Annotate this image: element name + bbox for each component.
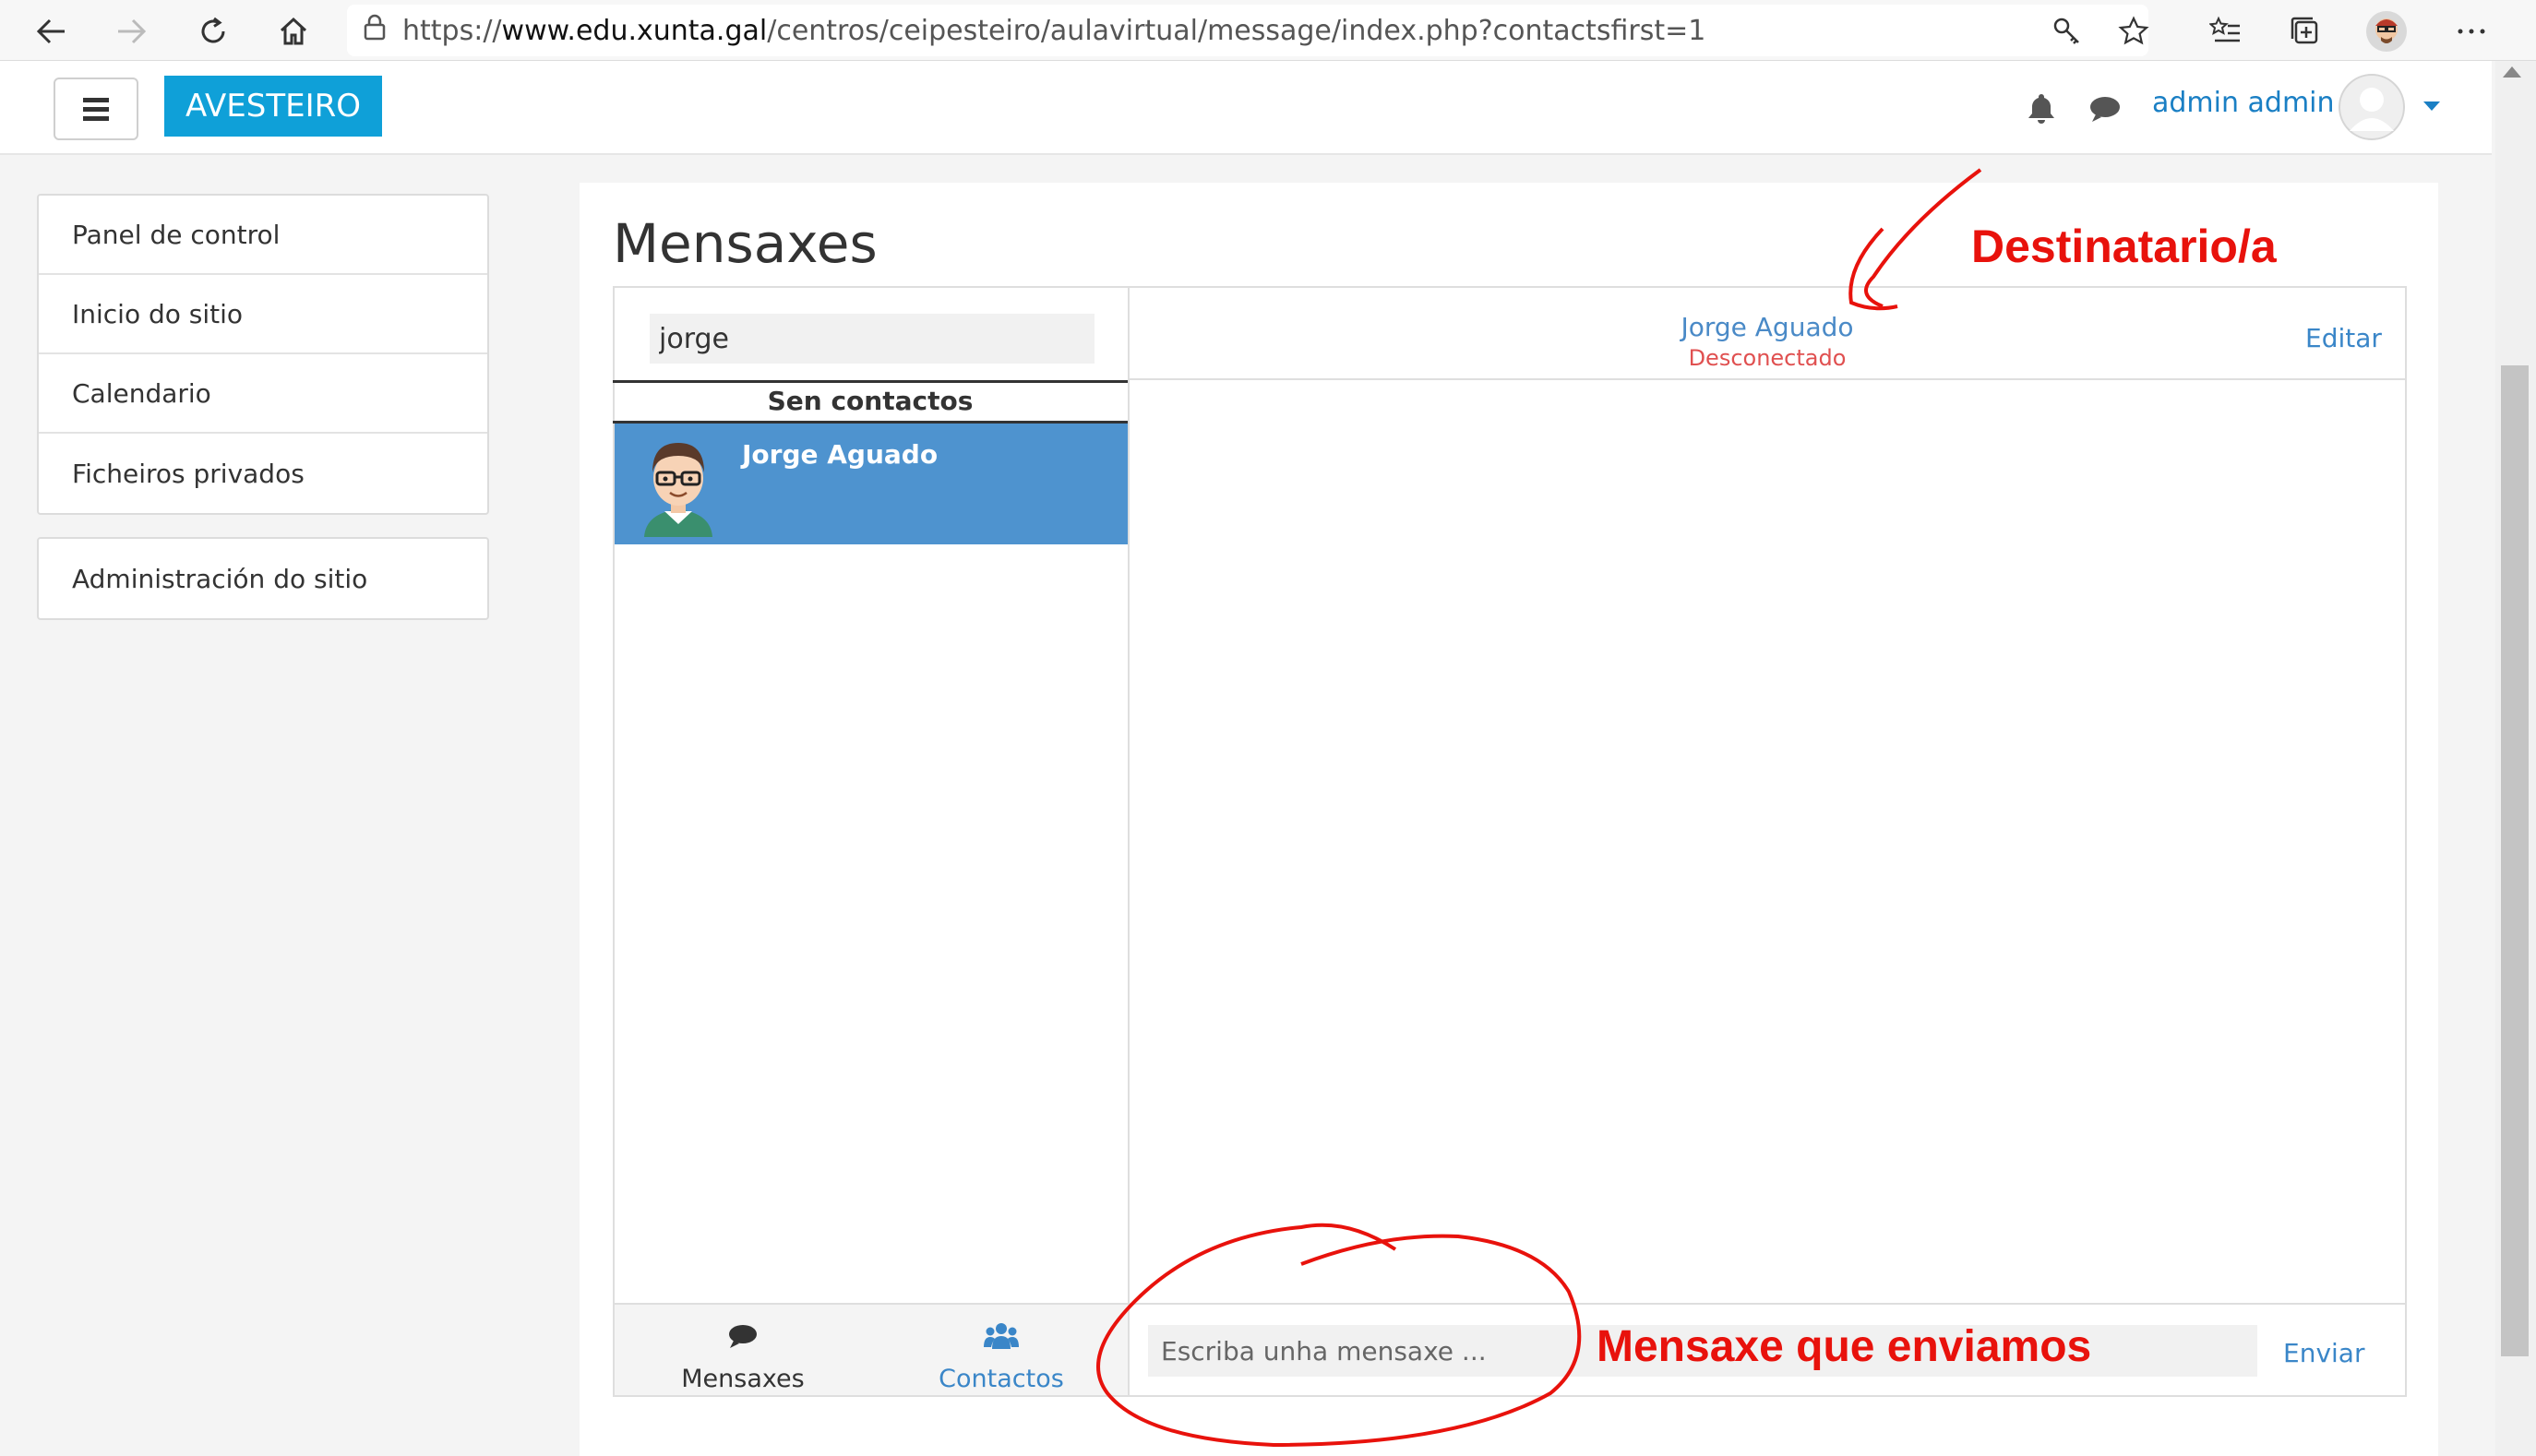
recipient-status: Desconectado bbox=[1688, 345, 1847, 371]
sidebar-item-private-files[interactable]: Ficheiros privados bbox=[39, 434, 487, 513]
section-heading: Sen contactos bbox=[767, 386, 974, 416]
recipient-name[interactable]: Jorge Aguado bbox=[1130, 312, 2405, 342]
sidebar-nav: Panel de control Inicio do sitio Calenda… bbox=[37, 194, 489, 515]
annotation-recipient-label: Destinatario/a bbox=[1971, 221, 2277, 272]
profile-avatar-icon[interactable] bbox=[2361, 6, 2412, 57]
panel-divider bbox=[1128, 288, 1130, 1395]
address-bar[interactable]: https://www.edu.xunta.gal/centros/ceipes… bbox=[347, 5, 2148, 56]
site-brand-link[interactable]: AVESTEIRO bbox=[164, 76, 382, 137]
tab-messages[interactable]: Mensaxes bbox=[664, 1314, 821, 1393]
contact-search-input[interactable] bbox=[650, 314, 1095, 364]
chevron-down-icon[interactable] bbox=[2423, 101, 2440, 111]
home-icon[interactable] bbox=[268, 6, 319, 57]
forward-icon[interactable] bbox=[105, 6, 157, 57]
sidebar-item-site-admin[interactable]: Administración do sitio bbox=[39, 539, 487, 618]
url-text: https://www.edu.xunta.gal/centros/ceipes… bbox=[402, 15, 1705, 47]
more-options-icon[interactable] bbox=[2446, 6, 2497, 57]
contact-name: Jorge Aguado bbox=[742, 439, 939, 470]
user-avatar[interactable] bbox=[2339, 74, 2405, 140]
user-menu-name[interactable]: admin admin bbox=[2152, 87, 2335, 119]
key-icon[interactable] bbox=[2041, 6, 2093, 57]
tab-contacts[interactable]: Contactos bbox=[923, 1314, 1080, 1393]
scroll-up-arrow-icon[interactable] bbox=[2503, 66, 2521, 78]
url-path: /centros/ceipesteiro/aulavirtual/message… bbox=[767, 14, 1706, 47]
tab-label: Mensaxes bbox=[681, 1365, 805, 1393]
tab-label: Contactos bbox=[939, 1365, 1064, 1393]
sidebar-admin: Administración do sitio bbox=[37, 537, 489, 620]
back-icon[interactable] bbox=[26, 6, 78, 57]
lock-icon bbox=[347, 13, 402, 48]
page-title: Mensaxes bbox=[613, 212, 878, 275]
chat-bubble-icon bbox=[727, 1323, 759, 1357]
divider bbox=[613, 380, 1128, 383]
sidebar-item-site-home[interactable]: Inicio do sitio bbox=[39, 275, 487, 354]
collections-icon[interactable] bbox=[2279, 6, 2331, 57]
favorite-star-icon[interactable] bbox=[2108, 6, 2159, 57]
url-domain: www.edu.xunta.gal bbox=[501, 14, 768, 47]
users-icon bbox=[984, 1321, 1019, 1357]
url-scheme: https:// bbox=[402, 14, 502, 47]
contact-avatar bbox=[637, 434, 720, 537]
sidebar-item-dashboard[interactable]: Panel de control bbox=[39, 196, 487, 275]
bell-icon[interactable] bbox=[2023, 89, 2060, 127]
scrollbar-thumb[interactable] bbox=[2501, 365, 2529, 1356]
divider bbox=[1130, 378, 2405, 380]
edit-button[interactable]: Editar bbox=[2305, 323, 2382, 353]
reload-icon[interactable] bbox=[188, 6, 240, 57]
sidebar-item-calendar[interactable]: Calendario bbox=[39, 354, 487, 434]
messages-icon[interactable] bbox=[2086, 90, 2124, 127]
annotation-message-label: Mensaxe que enviamos bbox=[1597, 1322, 2092, 1371]
menu-toggle-button[interactable] bbox=[54, 78, 138, 140]
favorites-list-icon[interactable] bbox=[2200, 6, 2252, 57]
send-button[interactable]: Enviar bbox=[2283, 1338, 2364, 1368]
